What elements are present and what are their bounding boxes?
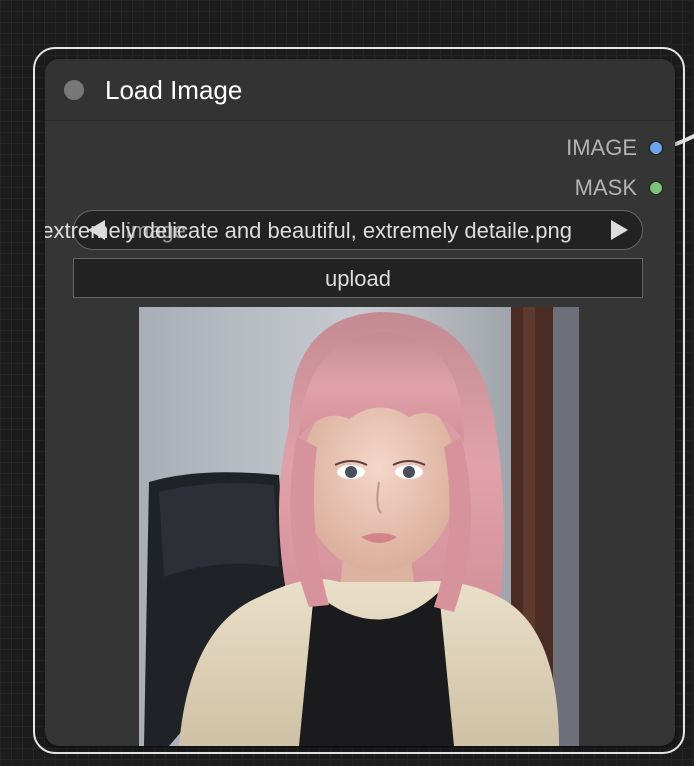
combo-next-arrow-icon[interactable] — [611, 220, 628, 240]
output-slot-mask-label: MASK — [574, 175, 637, 200]
preview-photo — [139, 307, 579, 746]
node-title-bar[interactable]: Load Image — [45, 59, 675, 121]
image-preview — [139, 307, 579, 746]
output-slot-image-dot[interactable] — [649, 141, 663, 155]
load-image-node[interactable]: Load Image IMAGE MASK image extremely de… — [45, 59, 675, 746]
output-slot-image[interactable]: IMAGE — [566, 135, 663, 161]
output-slot-mask-dot[interactable] — [649, 181, 663, 195]
upload-button[interactable]: upload — [73, 258, 643, 298]
output-slot-image-label: IMAGE — [566, 135, 637, 160]
node-title: Load Image — [105, 75, 243, 105]
node-collapse-dot[interactable] — [64, 80, 84, 100]
graph-canvas[interactable]: Load Image IMAGE MASK image extremely de… — [0, 0, 694, 766]
combo-widget-value: extremely delicate and beautiful, extrem… — [45, 218, 572, 243]
image-combo-widget[interactable]: image extremely delicate and beautiful, … — [45, 210, 643, 250]
output-slot-mask[interactable]: MASK — [575, 175, 663, 201]
